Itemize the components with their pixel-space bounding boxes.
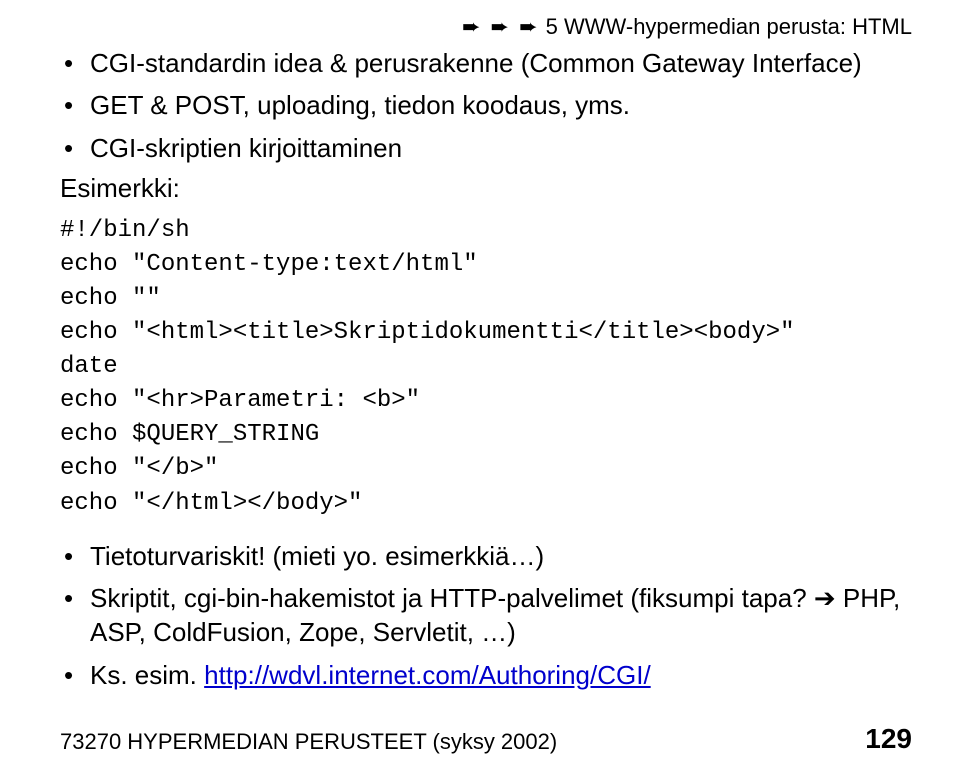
list-item: GET & POST, uploading, tiedon koodaus, y… <box>60 88 912 122</box>
page-number: 129 <box>865 723 912 755</box>
breadcrumb: ➨ ➨ ➨ 5 WWW-hypermedian perusta: HTML <box>60 14 912 40</box>
list-item: Skriptit, cgi-bin-hakemistot ja HTTP-pal… <box>60 581 912 650</box>
bullet-list-top: CGI-standardin idea & perusrakenne (Comm… <box>60 46 912 165</box>
breadcrumb-text: 5 WWW-hypermedian perusta: HTML <box>540 14 912 39</box>
external-link[interactable]: http://wdvl.internet.com/Authoring/CGI/ <box>204 660 651 690</box>
footer-left: 73270 HYPERMEDIAN PERUSTEET (syksy 2002) <box>60 729 557 755</box>
list-item: CGI-skriptien kirjoittaminen <box>60 131 912 165</box>
list-item: Ks. esim. http://wdvl.internet.com/Autho… <box>60 658 912 692</box>
list-item-text: Ks. esim. <box>90 660 204 690</box>
arrow-icon: ➨ ➨ ➨ <box>462 14 540 39</box>
list-item: CGI-standardin idea & perusrakenne (Comm… <box>60 46 912 80</box>
example-label: Esimerkki: <box>60 173 912 204</box>
arrow-right-icon: ➔ <box>814 583 836 613</box>
code-block: #!/bin/sh echo "Content-type:text/html" … <box>60 214 912 521</box>
page-footer: 73270 HYPERMEDIAN PERUSTEET (syksy 2002)… <box>60 723 912 755</box>
document-page: ➨ ➨ ➨ 5 WWW-hypermedian perusta: HTML CG… <box>0 0 960 781</box>
list-item-text: Skriptit, cgi-bin-hakemistot ja HTTP-pal… <box>90 583 814 613</box>
bullet-list-bottom: Tietoturvariskit! (mieti yo. esimerkkiä…… <box>60 539 912 692</box>
list-item: Tietoturvariskit! (mieti yo. esimerkkiä…… <box>60 539 912 573</box>
